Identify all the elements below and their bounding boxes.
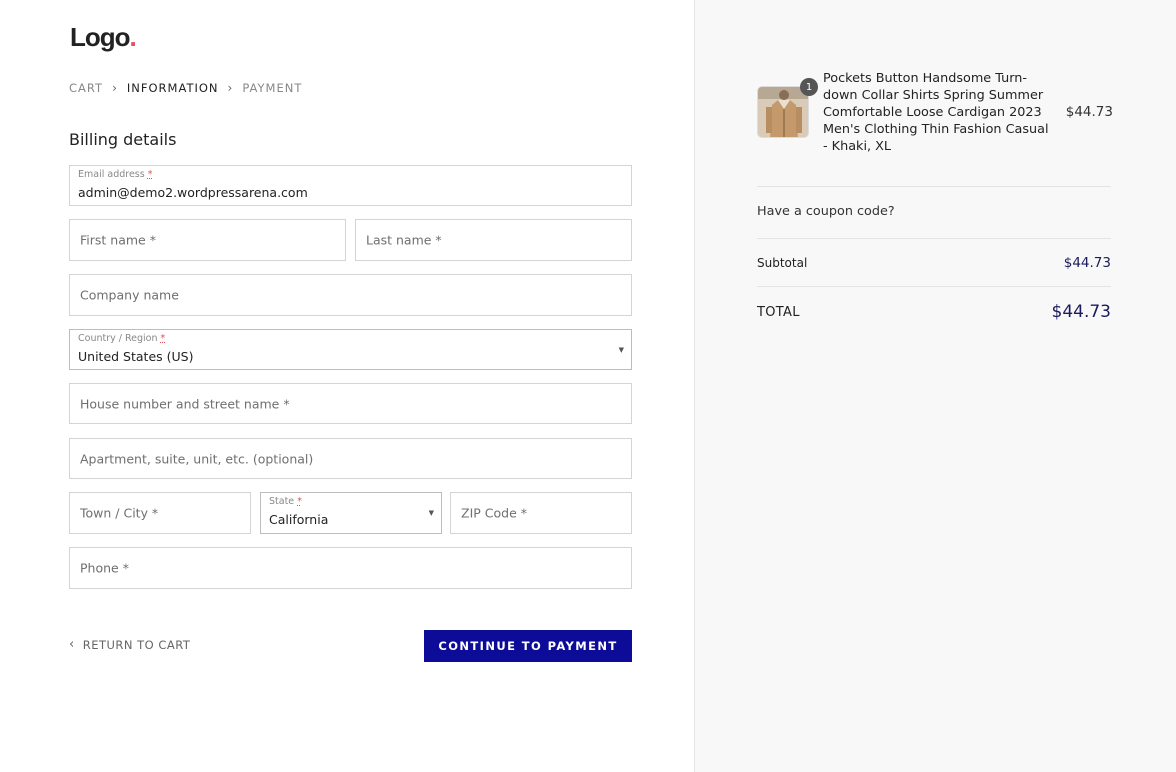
phone-field[interactable]: Phone * — [69, 547, 632, 589]
zip-code-placeholder: ZIP Code * — [461, 505, 527, 521]
product-price: $44.73 — [1065, 104, 1113, 120]
phone-placeholder: Phone * — [80, 560, 129, 576]
caret-down-icon: ▼ — [428, 509, 434, 517]
checkout-form-panel: Logo. CART › INFORMATION › PAYMENT Billi… — [0, 0, 694, 772]
return-to-cart-link[interactable]: ‹ RETURN TO CART — [69, 637, 190, 652]
breadcrumb-cart[interactable]: CART — [69, 81, 103, 95]
caret-down-icon: ▼ — [618, 345, 624, 354]
state-value: California — [269, 512, 329, 527]
company-name-field[interactable]: Company name — [69, 274, 632, 316]
email-value: admin@demo2.wordpressarena.com — [78, 185, 308, 200]
logo-dot: . — [129, 22, 137, 52]
last-name-placeholder: Last name * — [366, 232, 442, 248]
divider — [757, 238, 1111, 239]
total-row: TOTAL $44.73 — [757, 302, 1111, 322]
breadcrumb-information: INFORMATION — [126, 81, 219, 95]
country-label: Country / Region * — [78, 333, 166, 344]
subtotal-row: Subtotal $44.73 — [757, 255, 1111, 271]
subtotal-value: $44.73 — [1063, 255, 1111, 271]
zip-code-field[interactable]: ZIP Code * — [450, 492, 632, 534]
state-label: State * — [269, 496, 302, 507]
last-name-field[interactable]: Last name * — [355, 219, 632, 261]
subtotal-label: Subtotal — [757, 256, 808, 270]
country-select[interactable]: Country / Region * United States (US) ▼ — [69, 329, 632, 370]
logo-text: Logo — [70, 22, 131, 52]
city-placeholder: Town / City * — [80, 505, 159, 521]
order-summary-panel: 1 Pockets Button Handsome Turn-down Coll… — [694, 0, 1176, 772]
email-label: Email address * — [78, 169, 153, 180]
billing-details-heading: Billing details — [69, 130, 177, 149]
company-name-placeholder: Company name — [80, 287, 179, 303]
country-value: United States (US) — [78, 349, 194, 364]
street-address-placeholder: House number and street name * — [80, 396, 290, 411]
total-value: $44.73 — [1051, 302, 1111, 322]
total-label: TOTAL — [757, 304, 800, 320]
apartment-placeholder: Apartment, suite, unit, etc. (optional) — [80, 451, 314, 466]
divider — [757, 286, 1111, 287]
quantity-badge: 1 — [800, 78, 818, 96]
site-logo[interactable]: Logo. — [70, 22, 137, 53]
divider — [757, 186, 1111, 187]
first-name-placeholder: First name * — [80, 232, 156, 248]
apartment-field[interactable]: Apartment, suite, unit, etc. (optional) — [69, 438, 632, 479]
breadcrumb: CART › INFORMATION › PAYMENT — [69, 81, 302, 95]
city-field[interactable]: Town / City * — [69, 492, 251, 534]
chevron-right-icon: › — [227, 81, 234, 95]
cart-line-item: 1 Pockets Button Handsome Turn-down Coll… — [757, 70, 1113, 160]
coupon-toggle-link[interactable]: Have a coupon code? — [757, 204, 895, 219]
chevron-left-icon: ‹ — [69, 637, 75, 652]
breadcrumb-payment: PAYMENT — [242, 81, 303, 95]
street-address-field[interactable]: House number and street name * — [69, 383, 632, 424]
chevron-right-icon: › — [112, 81, 118, 95]
first-name-field[interactable]: First name * — [69, 219, 346, 261]
email-field[interactable]: Email address * admin@demo2.wordpressare… — [69, 165, 632, 206]
product-name: Pockets Button Handsome Turn-down Collar… — [823, 71, 1049, 154]
state-select[interactable]: State * California ▼ — [260, 492, 442, 534]
return-to-cart-label: RETURN TO CART — [82, 637, 191, 652]
continue-to-payment-button[interactable]: CONTINUE TO PAYMENT — [424, 630, 632, 662]
product-thumbnail — [757, 86, 809, 138]
